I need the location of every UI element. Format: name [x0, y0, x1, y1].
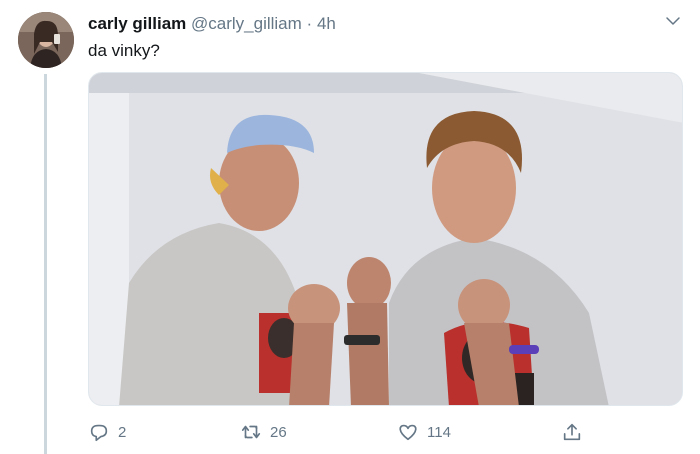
thread-line — [44, 74, 47, 454]
tweet-header: carly gilliam @carly_gilliam · 4h — [88, 14, 336, 34]
like-count: 114 — [427, 423, 451, 441]
photo-image — [89, 73, 682, 405]
avatar-image — [18, 12, 74, 68]
reply-icon — [90, 424, 108, 442]
like-button[interactable]: 114 — [397, 420, 451, 444]
timestamp[interactable]: 4h — [317, 14, 336, 33]
author-name[interactable]: carly gilliam — [88, 14, 186, 33]
chevron-down-icon[interactable] — [664, 12, 682, 30]
retweet-count: 26 — [270, 423, 287, 441]
tweet-photo[interactable] — [88, 72, 683, 406]
tweet-text: da vinky? — [88, 41, 160, 60]
tweet-actions: 2 26 114 — [88, 420, 683, 444]
reply-button[interactable]: 2 — [88, 420, 126, 444]
reply-count: 2 — [118, 423, 127, 441]
separator-dot: · — [306, 14, 313, 33]
share-icon — [563, 423, 581, 441]
retweet-icon — [241, 425, 261, 439]
avatar[interactable] — [18, 12, 74, 68]
heart-icon — [399, 424, 417, 441]
retweet-button[interactable]: 26 — [240, 420, 287, 444]
share-button[interactable] — [561, 420, 583, 444]
author-handle[interactable]: @carly_gilliam — [191, 14, 302, 33]
